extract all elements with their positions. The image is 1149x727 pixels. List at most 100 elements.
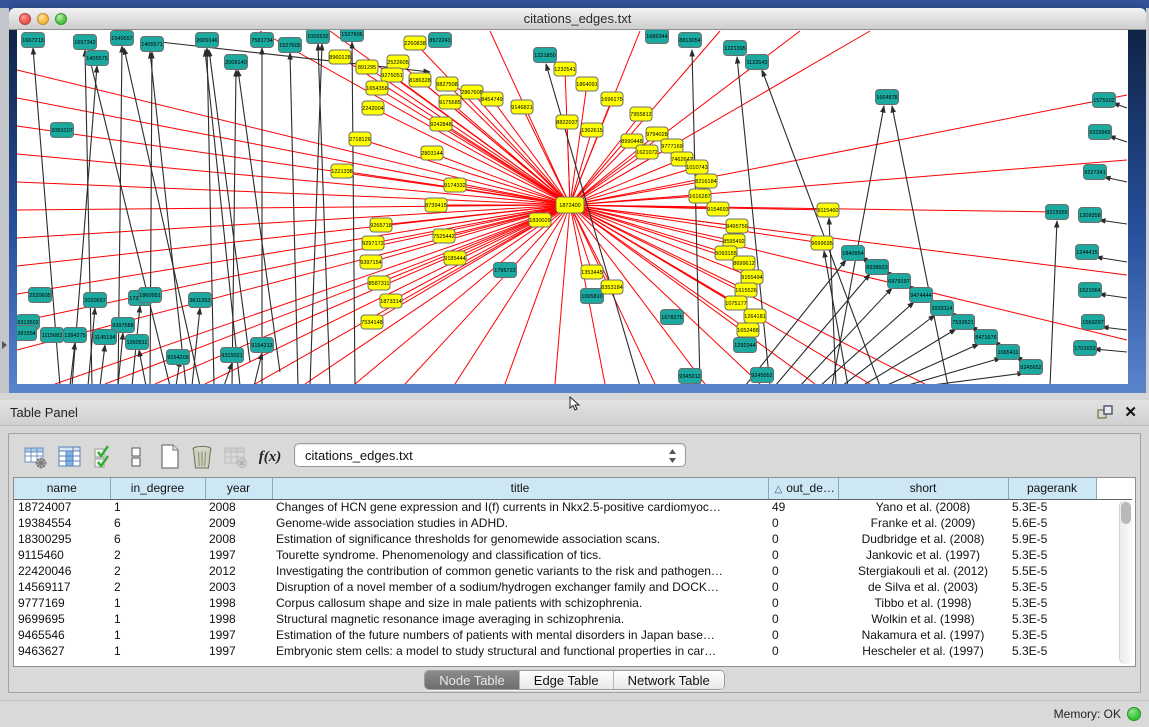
network-node[interactable]: 9297172 <box>362 236 384 250</box>
column-header-pagerank[interactable]: pagerank <box>1008 478 1096 499</box>
black-edge[interactable] <box>124 48 200 384</box>
network-node[interactable]: 1540557 <box>111 31 134 46</box>
network-node[interactable]: 8813054 <box>679 33 702 48</box>
network-node[interactable]: 9329965 <box>1089 125 1112 140</box>
close-panel-icon[interactable]: ✕ <box>1124 403 1137 421</box>
black-edge[interactable] <box>352 42 355 384</box>
network-node[interactable]: 1394275 <box>64 328 87 343</box>
network-node[interactable]: 1615526 <box>735 283 757 297</box>
network-node[interactable]: 8495756 <box>726 219 748 233</box>
table-row[interactable]: 1938455462009Genome-wide association stu… <box>14 515 1132 531</box>
network-node[interactable]: 9265718 <box>370 218 392 232</box>
function-builder-button[interactable]: f(x) <box>255 442 285 472</box>
network-node[interactable]: 1860951 <box>139 288 162 303</box>
network-node[interactable]: 1654358 <box>366 81 388 95</box>
table-row[interactable]: 911546021997Tourette syndrome. Phenomeno… <box>14 547 1132 563</box>
network-node[interactable]: 7532621 <box>952 315 975 330</box>
table-row[interactable]: 1830029562008Estimation of significance … <box>14 531 1132 547</box>
network-node[interactable]: 1652488 <box>737 323 759 337</box>
black-edge[interactable] <box>925 373 1024 384</box>
network-node[interactable]: 9611353 <box>189 293 212 308</box>
network-node[interactable]: 9242848 <box>430 117 452 131</box>
column-header-short[interactable]: short <box>838 478 1008 499</box>
network-node[interactable]: 9227341 <box>1084 165 1107 180</box>
black-edge[interactable] <box>192 308 200 384</box>
red-edge[interactable] <box>155 205 570 384</box>
network-node[interactable]: 7955812 <box>630 107 652 121</box>
network-node[interactable]: 9154213 <box>251 338 274 353</box>
network-node[interactable]: 8454749 <box>481 92 503 106</box>
gutter-caret-icon[interactable] <box>2 341 7 349</box>
network-node[interactable]: 1697342 <box>74 35 97 50</box>
black-edge[interactable] <box>238 70 280 372</box>
network-node[interactable]: 9245052 <box>751 368 774 383</box>
table-row[interactable]: 1456911722003Disruption of a novel membe… <box>14 579 1132 595</box>
network-node[interactable]: 1232541 <box>554 62 576 76</box>
network-node[interactable]: 1005532 <box>307 30 330 44</box>
network-node[interactable]: 8699612 <box>733 256 755 270</box>
network-node[interactable]: 1575102 <box>1093 93 1116 108</box>
network-node[interactable]: 1696175 <box>601 92 623 106</box>
column-header-title[interactable]: title <box>272 478 768 499</box>
network-node[interactable]: 1795722 <box>494 263 517 278</box>
red-edge[interactable] <box>567 122 570 205</box>
network-node[interactable]: 1122543 <box>746 55 769 70</box>
network-node[interactable]: 7581734 <box>251 33 274 48</box>
network-node[interactable]: 2009140 <box>225 55 248 70</box>
network-node[interactable]: 8215955 <box>1046 205 1069 220</box>
network-node[interactable]: 9391554 <box>17 326 37 341</box>
network-node[interactable]: 2520605 <box>29 288 52 303</box>
column-header-year[interactable]: year <box>205 478 272 499</box>
black-edge[interactable] <box>139 350 146 384</box>
network-node[interactable]: 1244415 <box>1076 245 1099 260</box>
network-node[interactable]: 9155494 <box>741 270 763 284</box>
network-node[interactable]: 2933114 <box>931 301 954 316</box>
show-columns-button[interactable] <box>55 442 85 472</box>
black-edge[interactable] <box>310 44 322 384</box>
network-node[interactable]: 1075177 <box>725 296 747 310</box>
network-node[interactable]: 7525442 <box>433 229 455 243</box>
table-row[interactable]: 2242004622012Investigating the contribut… <box>14 563 1132 579</box>
network-node[interactable]: 2260838 <box>404 36 426 50</box>
network-node[interactable]: 8938923 <box>866 260 889 275</box>
network-node[interactable]: 9315021 <box>221 348 244 363</box>
table-row[interactable]: 946362711997Embryonic stem cells: a mode… <box>14 643 1132 659</box>
network-node[interactable]: 1569297 <box>1082 315 1105 330</box>
network-node[interactable]: 1362615 <box>581 123 603 137</box>
network-node[interactable]: 9146821 <box>511 100 533 114</box>
network-node[interactable]: 7534148 <box>361 315 383 329</box>
network-node[interactable]: 1145194 <box>94 330 117 345</box>
network-node[interactable]: 2522605 <box>387 55 409 69</box>
red-edge[interactable] <box>570 205 1127 340</box>
black-edge[interactable] <box>775 274 870 384</box>
table-row[interactable]: 1872400712008Changes of HCN gene express… <box>14 499 1132 515</box>
network-node[interactable]: 1095810 <box>581 289 604 304</box>
red-edge[interactable] <box>570 160 1127 205</box>
network-node[interactable]: 8822037 <box>556 115 578 129</box>
table-settings-button[interactable] <box>21 442 51 472</box>
network-node[interactable]: 9175685 <box>439 95 461 109</box>
column-header-out_de[interactable]: △out_de… <box>768 478 838 499</box>
network-node[interactable]: 1872400 <box>556 197 584 213</box>
network-node[interactable]: 9474444 <box>910 288 933 303</box>
network-canvas[interactable]: 1667213169734215405571405571200914620091… <box>17 30 1128 384</box>
network-node[interactable]: 2803144 <box>421 146 443 160</box>
black-edge[interactable] <box>1102 327 1127 330</box>
delete-column-button[interactable] <box>187 442 217 472</box>
network-node[interactable]: 1664878 <box>876 90 899 105</box>
network-node[interactable]: 1405575 <box>86 51 109 66</box>
column-header-in_degree[interactable]: in_degree <box>110 478 205 499</box>
network-node[interactable]: 9115460 <box>817 203 839 217</box>
network-node[interactable]: 2242004 <box>362 101 384 115</box>
network-node[interactable]: 8186328 <box>409 73 431 87</box>
tab-network-table[interactable]: Network Table <box>614 671 724 689</box>
black-edge[interactable] <box>762 70 880 384</box>
red-edge[interactable] <box>17 205 570 350</box>
network-node[interactable]: 9827508 <box>436 77 458 91</box>
network-node[interactable]: 1621072 <box>636 145 658 159</box>
network-graph[interactable]: 1667213169734215405571405571200914620091… <box>17 30 1128 384</box>
select-all-button[interactable] <box>89 442 119 472</box>
black-edge[interactable] <box>150 52 186 384</box>
network-node[interactable]: 9699695 <box>811 236 833 250</box>
network-node[interactable]: 1405571 <box>141 37 164 52</box>
